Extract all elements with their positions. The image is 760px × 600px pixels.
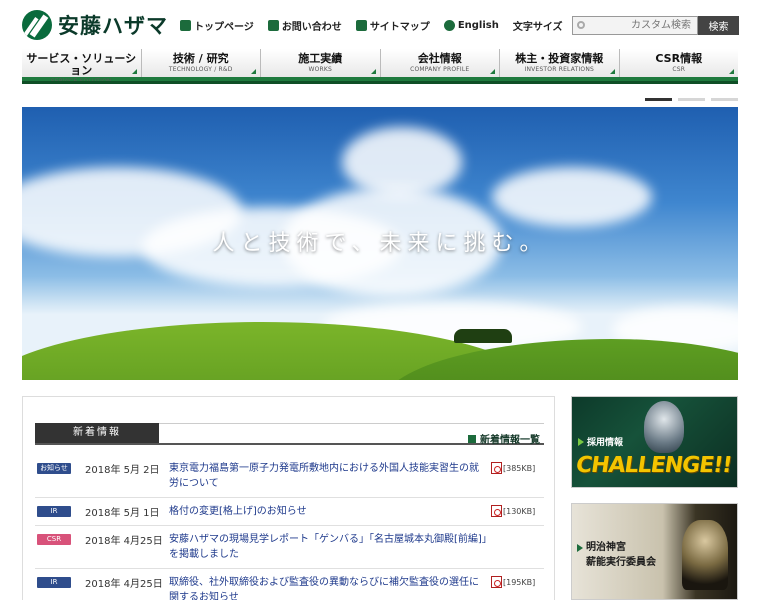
- search-button[interactable]: 検索: [698, 16, 739, 35]
- gnav-item-technology[interactable]: 技術 / 研究 TECHNOLOGY / R&D: [141, 49, 261, 77]
- news-row: お知らせ 2018年 5月 2日 東京電力福島第一原子力発電所敷地内における外国…: [35, 455, 544, 498]
- gnav-label: 会社情報: [417, 52, 462, 65]
- pdf-file-link[interactable]: [385KB]: [491, 462, 535, 474]
- gnav-item-works[interactable]: 施工実績 WORKS: [261, 49, 381, 77]
- home-icon: [180, 20, 191, 31]
- news-list: お知らせ 2018年 5月 2日 東京電力福島第一原子力発電所敷地内における外国…: [35, 455, 544, 600]
- news-title-link[interactable]: 東京電力福島第一原子力発電所敷地内における外国人技能実習生の就労について: [169, 461, 487, 491]
- meiji-label: 明治神宮 薪能実行委員会: [577, 540, 656, 570]
- hero-banner[interactable]: 人と技術で、未来に挑む。: [22, 107, 738, 380]
- gnav-sublabel: TECHNOLOGY / R&D: [168, 66, 233, 73]
- news-title-link[interactable]: 取締役、社外取締役および監査役の異動ならびに補欠監査役の選任に関するお知らせ: [169, 575, 487, 600]
- search-input[interactable]: [572, 16, 698, 35]
- corner-arrow-icon: [490, 69, 495, 74]
- gnav-item-investor[interactable]: 株主・投資家情報 INVESTOR RELATIONS: [500, 49, 620, 77]
- gnav-label: 施工実績: [298, 52, 343, 65]
- pdf-file-link[interactable]: [130KB]: [491, 505, 535, 517]
- category-badge: CSR: [37, 534, 71, 545]
- logo-mark-icon: [22, 10, 52, 40]
- gnav-sublabel: CSR: [672, 66, 686, 73]
- mail-icon: [267, 20, 279, 31]
- astronaut-figure: [644, 401, 684, 453]
- recruit-banner[interactable]: 採用情報 CHALLENGE!!: [571, 396, 738, 488]
- corner-arrow-icon: [729, 69, 734, 74]
- pdf-icon: [491, 505, 502, 517]
- news-date: 2018年 4月25日: [85, 536, 163, 547]
- util-link-top[interactable]: トップページ: [180, 18, 254, 33]
- pdf-icon: [491, 576, 502, 588]
- util-link-label: English: [457, 20, 499, 31]
- corner-arrow-icon: [251, 69, 256, 74]
- news-date: 2018年 4月25日: [85, 579, 163, 590]
- font-size-label: 文字サイズ: [512, 22, 563, 33]
- file-size: [195KB]: [503, 577, 536, 587]
- news-more-label: 新着情報一覧: [480, 435, 540, 446]
- util-link-label: サイトマップ: [369, 22, 430, 33]
- news-row: IR 2018年 5月 1日 格付の変更[格上げ]のお知らせ [130KB]: [35, 498, 544, 526]
- gnav-item-company[interactable]: 会社情報 COMPANY PROFILE: [380, 49, 500, 77]
- file-size: [385KB]: [503, 463, 536, 473]
- gnav-item-service[interactable]: サービス・ソリューション SERVICE SOLUTION: [22, 49, 142, 85]
- logo-text: 安藤ハザマ: [58, 14, 168, 38]
- pdf-file-link[interactable]: [195KB]: [491, 576, 535, 588]
- news-row: CSR 2018年 4月25日 安藤ハザマの現場見学レポート「ゲンバる」「名古屋…: [35, 526, 544, 569]
- search-icon: [577, 21, 585, 29]
- news-date: 2018年 5月 1日: [85, 508, 160, 519]
- util-link-contact[interactable]: お問い合わせ: [267, 18, 342, 33]
- gnav-sublabel: INVESTOR RELATIONS: [524, 66, 595, 73]
- meiji-line2: 薪能実行委員会: [586, 557, 656, 568]
- news-more-link[interactable]: 新着情報一覧: [468, 431, 540, 446]
- category-badge: お知らせ: [37, 463, 71, 474]
- hero-tagline: 人と技術で、未来に挑む。: [212, 231, 548, 256]
- news-title-link[interactable]: 安藤ハザマの現場見学レポート「ゲンバる」「名古屋城本丸御殿[前編]」を掲載しまし…: [169, 532, 487, 562]
- tab-news[interactable]: 新着情報: [35, 423, 159, 443]
- corner-arrow-icon: [609, 69, 615, 74]
- category-badge: IR: [37, 577, 71, 588]
- gnav-label: 技術 / 研究: [172, 52, 229, 65]
- util-link-english[interactable]: English: [443, 20, 499, 31]
- file-size: [130KB]: [503, 506, 536, 516]
- meiji-line1: 明治神宮: [586, 542, 626, 553]
- slider-indicators: [645, 98, 738, 101]
- sitemap-icon: [355, 20, 367, 31]
- gnav-divider: [22, 81, 738, 84]
- noh-performer-figure: [682, 520, 728, 590]
- corner-arrow-icon: [131, 69, 137, 74]
- slider-indicator-3[interactable]: [711, 98, 738, 101]
- site-logo[interactable]: 安藤ハザマ: [22, 10, 168, 40]
- arrow-right-icon: [578, 437, 584, 446]
- news-date: 2018年 5月 2日: [85, 465, 160, 476]
- slider-indicator-2[interactable]: [678, 98, 705, 101]
- gnav-sublabel: WORKS: [308, 66, 333, 73]
- utility-nav: トップページ お問い合わせ サイトマップ English 文字サイズ A A A: [180, 18, 623, 33]
- search-form: 検索: [572, 16, 739, 35]
- square-bullet-icon: [468, 434, 476, 443]
- corner-arrow-icon: [370, 69, 376, 74]
- util-link-sitemap[interactable]: サイトマップ: [355, 18, 430, 33]
- meiji-banner[interactable]: 明治神宮 薪能実行委員会: [571, 503, 738, 600]
- globe-icon: [443, 20, 455, 31]
- gnav-label: CSR情報: [655, 52, 703, 65]
- recruit-label-text: 採用情報: [587, 438, 624, 448]
- tree-line: [454, 329, 512, 343]
- cloud-shape: [492, 167, 652, 227]
- recruit-label: 採用情報: [578, 435, 623, 448]
- global-nav: サービス・ソリューション SERVICE SOLUTION 技術 / 研究 TE…: [22, 49, 738, 85]
- news-title-link[interactable]: 格付の変更[格上げ]のお知らせ: [169, 504, 487, 519]
- news-panel: 新着情報 新着情報一覧 お知らせ 2018年 5月 2日 東京電力福島第一原子力…: [22, 396, 555, 600]
- gnav-item-csr[interactable]: CSR情報 CSR: [619, 49, 738, 77]
- category-badge: IR: [37, 506, 71, 517]
- util-link-label: トップページ: [194, 22, 254, 33]
- pdf-icon: [491, 462, 502, 474]
- util-link-label: お問い合わせ: [281, 22, 342, 33]
- recruit-headline: CHALLENGE!!: [574, 453, 733, 478]
- arrow-right-icon: [577, 544, 583, 552]
- site-header: 安藤ハザマ トップページ お問い合わせ サイトマップ English 文字サイズ…: [0, 0, 760, 50]
- slider-indicator-1[interactable]: [645, 98, 672, 101]
- gnav-label: 株主・投資家情報: [515, 52, 604, 65]
- news-row: IR 2018年 4月25日 取締役、社外取締役および監査役の異動ならびに補欠監…: [35, 569, 544, 600]
- gnav-label: サービス・ソリューション: [26, 52, 137, 77]
- gnav-sublabel: COMPANY PROFILE: [410, 66, 470, 73]
